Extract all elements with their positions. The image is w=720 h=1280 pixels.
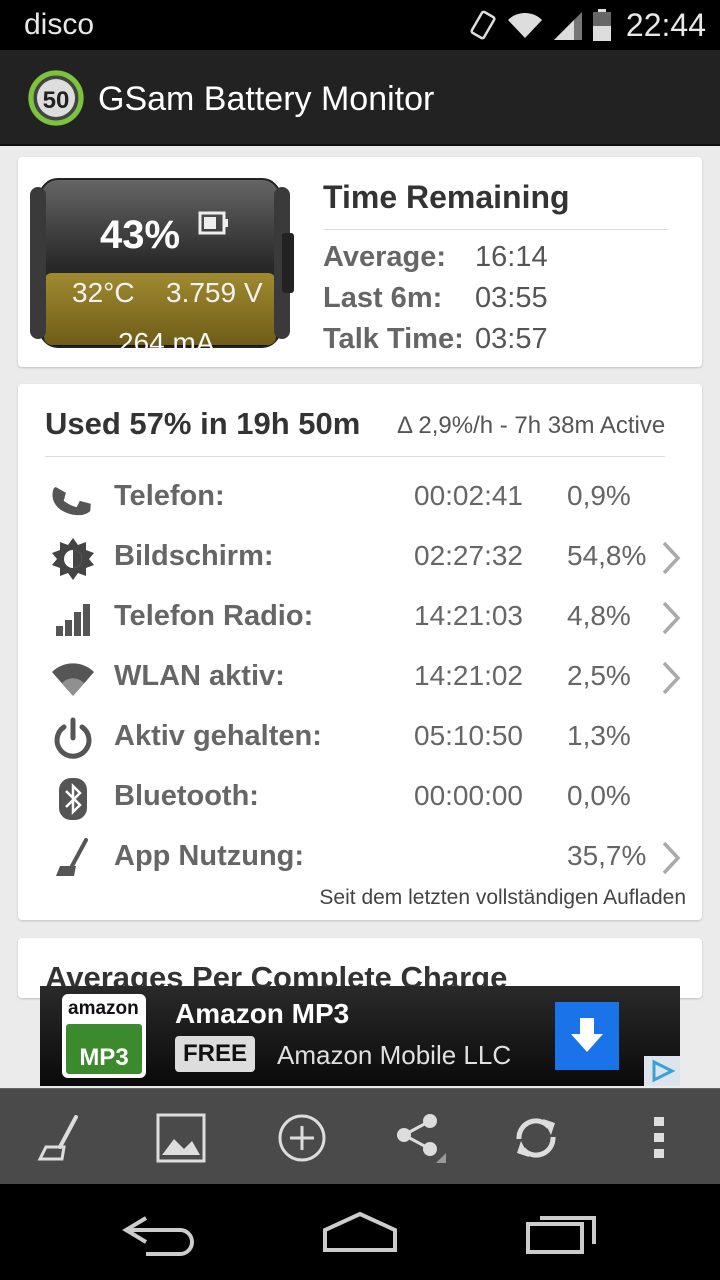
signal-bars-icon — [56, 604, 90, 636]
home-icon[interactable] — [315, 1206, 405, 1256]
time-remaining-label: Average: — [323, 241, 447, 273]
time-remaining-title: Time Remaining — [323, 179, 570, 215]
overflow-menu-icon[interactable] — [632, 1111, 686, 1165]
ad-logo-mp3: MP3 — [66, 1024, 142, 1074]
usage-row-wlan[interactable]: WLAN aktiv: 14:21:02 2,5% — [18, 644, 702, 704]
app-logo-text: 50 — [43, 87, 70, 114]
rotate-icon — [470, 10, 496, 40]
battery-current: 264 mA — [118, 327, 215, 358]
battery-shape — [30, 178, 294, 348]
divider — [45, 456, 665, 457]
usage-row-percent: 35,7% — [567, 840, 647, 871]
app-title: GSam Battery Monitor — [98, 80, 435, 118]
wifi-icon — [52, 663, 94, 696]
usage-title: Used 57% in 19h 50m — [45, 406, 361, 441]
usage-card: Used 57% in 19h 50m Δ 2,9%/h - 7h 38m Ac… — [18, 384, 702, 920]
time-remaining-value: 16:14 — [475, 241, 548, 273]
usage-row-telefon-radio[interactable]: Telefon Radio: 14:21:03 4,8% — [18, 584, 702, 644]
chevron-right-icon[interactable] — [658, 540, 684, 576]
recents-icon[interactable] — [516, 1206, 606, 1256]
ad-app-logo: amazon MP3 — [62, 994, 146, 1078]
ad-logo-brand: amazon — [68, 998, 139, 1019]
refresh-icon[interactable] — [509, 1111, 563, 1165]
share-icon[interactable] — [392, 1111, 446, 1165]
usage-footer: Seit dem letzten vollständigen Aufladen — [319, 886, 686, 909]
divider — [323, 229, 668, 230]
usage-row-time: 02:27:32 — [414, 540, 523, 571]
bottom-toolbar — [0, 1088, 720, 1184]
battery-card[interactable]: 43% 32°C 3.759 V 264 mA Time Remaining A… — [18, 157, 702, 367]
phone-icon — [52, 487, 91, 516]
broom-icon — [56, 838, 88, 876]
usage-row-label: WLAN aktiv: — [114, 660, 285, 692]
usage-row-percent: 1,3% — [567, 720, 631, 751]
usage-row-time: 14:21:03 — [414, 600, 523, 631]
usage-row-time: 14:21:02 — [414, 660, 523, 691]
time-remaining-value: 03:55 — [475, 282, 548, 314]
battery-graphic: 43% 32°C 3.759 V 264 mA — [30, 177, 294, 358]
download-icon[interactable] — [555, 1002, 619, 1070]
usage-row-label: Bluetooth: — [114, 780, 259, 812]
usage-row-label: Telefon Radio: — [114, 600, 314, 632]
usage-row-label: Bildschirm: — [114, 540, 274, 572]
usage-row-time: 00:00:00 — [414, 780, 523, 811]
app-logo-icon[interactable]: 50 — [26, 68, 86, 128]
chevron-right-icon[interactable] — [658, 600, 684, 636]
signal-status-icon — [554, 12, 582, 40]
ad-publisher: Amazon Mobile LLC — [277, 1040, 512, 1070]
time-remaining-label: Last 6m: — [323, 282, 443, 314]
usage-row-label: App Nutzung: — [114, 840, 305, 872]
battery-status-icon — [593, 9, 611, 41]
battery-percent: 43% — [100, 213, 181, 257]
time-remaining-label: Talk Time: — [323, 323, 464, 355]
usage-row-bluetooth: Bluetooth: 00:00:00 0,0% — [18, 764, 702, 824]
ad-free-badge: FREE — [175, 1036, 256, 1072]
usage-row-label: Telefon: — [114, 480, 225, 512]
usage-row-telefon: Telefon: 00:02:41 0,9% — [18, 464, 702, 524]
time-remaining-row: Last 6m: 03:55 — [323, 282, 548, 315]
usage-row-percent: 0,9% — [567, 480, 631, 511]
usage-subtitle: Δ 2,9%/h - 7h 38m Active — [397, 412, 666, 439]
status-icons — [468, 8, 612, 42]
usage-row-time: 00:02:41 — [414, 480, 523, 511]
usage-row-aktiv-gehalten: Aktiv gehalten: 05:10:50 1,3% — [18, 704, 702, 764]
wifi-status-icon — [508, 12, 542, 38]
battery-temperature: 32°C — [72, 277, 135, 308]
bluetooth-icon — [59, 778, 87, 820]
usage-row-percent: 54,8% — [567, 540, 647, 571]
usage-row-percent: 4,8% — [567, 600, 631, 631]
image-icon[interactable] — [154, 1111, 208, 1165]
carrier-name: disco — [24, 8, 95, 41]
adchoices-icon[interactable] — [644, 1056, 680, 1086]
usage-row-bildschirm[interactable]: Bildschirm: 02:27:32 54,8% — [18, 524, 702, 584]
screen-brightness-icon — [52, 538, 94, 580]
chevron-right-icon[interactable] — [658, 840, 684, 876]
usage-row-time: 05:10:50 — [414, 720, 523, 751]
ad-banner[interactable]: amazon MP3 Amazon MP3 FREE Amazon Mobile… — [40, 986, 680, 1086]
status-bar: disco 22:44 — [0, 0, 720, 50]
usage-row-percent: 2,5% — [567, 660, 631, 691]
usage-row-label: Aktiv gehalten: — [114, 720, 322, 752]
broom-icon[interactable] — [34, 1111, 88, 1165]
back-icon[interactable] — [116, 1206, 206, 1256]
time-remaining-row: Talk Time: 03:57 — [323, 323, 548, 356]
navigation-bar — [0, 1184, 720, 1280]
add-circle-icon[interactable] — [275, 1111, 329, 1165]
usage-row-app-nutzung[interactable]: App Nutzung: 35,7% — [18, 824, 702, 884]
power-icon — [54, 717, 92, 759]
usage-row-percent: 0,0% — [567, 780, 631, 811]
time-remaining-value: 03:57 — [475, 323, 548, 355]
battery-voltage: 3.759 V — [166, 277, 263, 308]
ad-title: Amazon MP3 — [175, 998, 350, 1029]
chevron-right-icon[interactable] — [658, 660, 684, 696]
action-bar: 50 GSam Battery Monitor — [0, 50, 720, 146]
clock: 22:44 — [625, 7, 706, 43]
time-remaining-row: Average: 16:14 — [323, 241, 548, 274]
